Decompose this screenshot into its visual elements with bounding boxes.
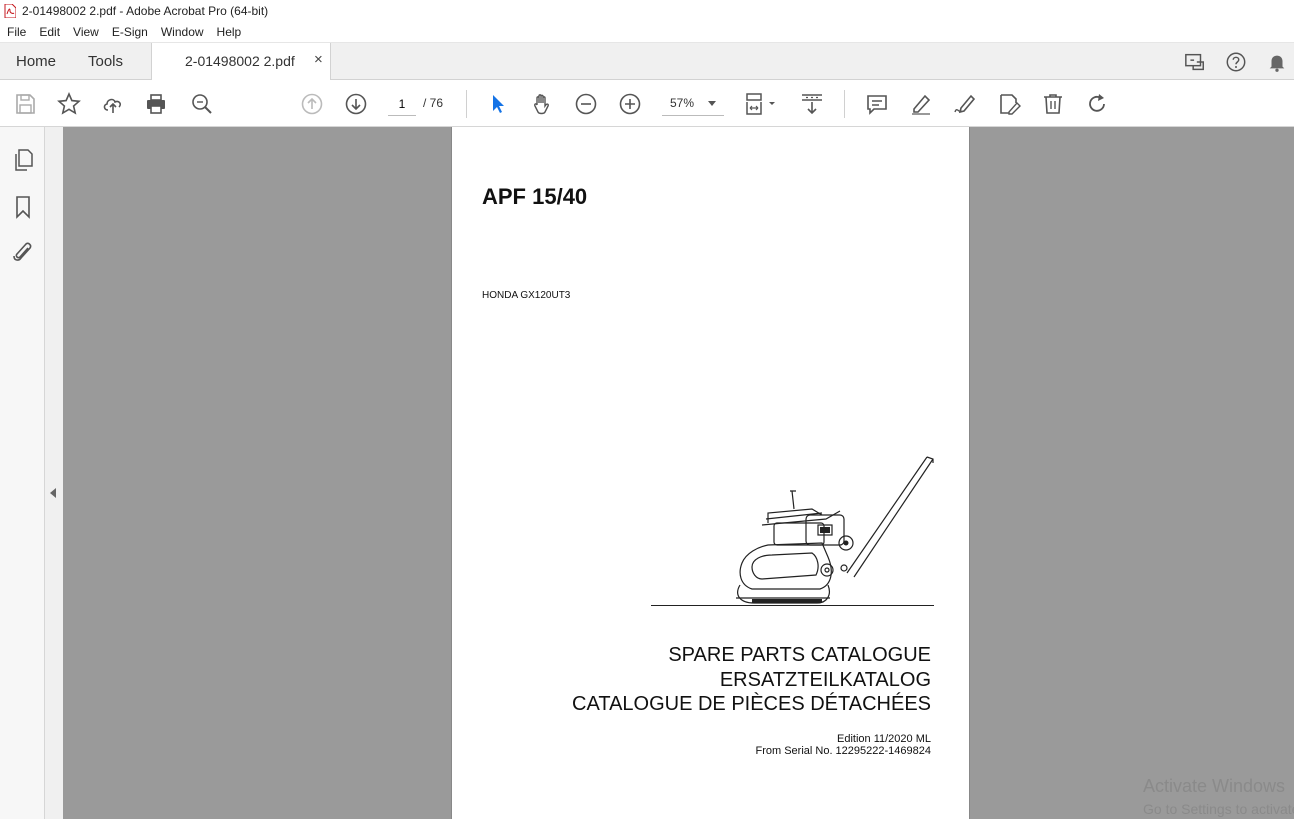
zoom-level-dropdown[interactable]: 57% — [662, 92, 724, 116]
heading-english: SPARE PARTS CATALOGUE — [668, 644, 931, 666]
menu-edit[interactable]: Edit — [32, 25, 66, 39]
chevron-left-icon — [50, 488, 56, 498]
toolbar-divider — [466, 90, 467, 118]
menu-esign[interactable]: E-Sign — [105, 25, 154, 39]
edit-pdf-icon[interactable] — [997, 92, 1021, 116]
serial-number-text: From Serial No. 12295222-1469824 — [755, 745, 931, 757]
zoom-level-value: 57% — [670, 96, 695, 110]
cloud-upload-icon[interactable] — [101, 92, 125, 116]
activate-windows-watermark: Activate Windows — [1143, 776, 1286, 796]
previous-page-icon[interactable] — [300, 92, 324, 116]
highlight-pen-icon[interactable] — [909, 92, 933, 116]
star-bookmark-icon[interactable] — [57, 92, 81, 116]
activate-windows-subtext: Go to Settings to activate Windows. — [1143, 801, 1294, 817]
menu-file[interactable]: File — [0, 25, 32, 39]
page-thumbnails-icon[interactable] — [11, 148, 35, 172]
scroll-mode-icon[interactable] — [800, 92, 824, 116]
tab-bar: Home Tools 2-01498002 2.pdf × — [0, 43, 1294, 80]
bookmarks-icon[interactable] — [11, 195, 35, 219]
page-number-input[interactable] — [388, 92, 416, 116]
heading-german: ERSATZTEILKATALOG — [719, 669, 931, 691]
tab-home[interactable]: Home — [16, 53, 56, 70]
share-screen-icon[interactable] — [1184, 51, 1206, 73]
edition-text: Edition 11/2020 ML — [837, 733, 931, 745]
window-title: 2-01498002 2.pdf - Adobe Acrobat Pro (64… — [22, 4, 269, 18]
comment-icon[interactable] — [865, 92, 889, 116]
page-fit-icon[interactable] — [744, 92, 778, 116]
title-bar: 2-01498002 2.pdf - Adobe Acrobat Pro (64… — [0, 0, 1294, 22]
document-title: APF 15/40 — [482, 184, 588, 209]
rotate-icon[interactable] — [1085, 92, 1109, 116]
menu-bar: File Edit View E-Sign Window Help — [0, 22, 1294, 43]
notification-bell-icon[interactable] — [1266, 51, 1288, 73]
toolbar-divider — [844, 90, 845, 118]
draw-signature-icon[interactable] — [953, 92, 977, 116]
print-icon[interactable] — [144, 92, 168, 116]
chevron-down-icon — [708, 101, 716, 106]
heading-french: CATALOGUE DE PIÈCES DÉTACHÉES — [572, 693, 931, 715]
ground-line — [651, 605, 934, 606]
tab-document-label: 2-01498002 2.pdf — [185, 53, 295, 69]
select-cursor-icon[interactable] — [486, 92, 510, 116]
pdf-page[interactable]: APF 15/40 HONDA GX120UT3 SPARE PARTS CAT… — [451, 127, 970, 819]
pdf-file-icon — [4, 4, 16, 18]
close-tab-icon[interactable]: × — [314, 51, 323, 68]
hand-tool-icon[interactable] — [530, 92, 554, 116]
next-page-icon[interactable] — [344, 92, 368, 116]
attachments-paperclip-icon[interactable] — [11, 240, 35, 264]
menu-help[interactable]: Help — [210, 25, 248, 39]
save-icon[interactable] — [13, 92, 37, 116]
menu-window[interactable]: Window — [154, 25, 210, 39]
page-total: / 76 — [423, 96, 444, 110]
toolbar: / 76 57% — [0, 80, 1294, 127]
left-navigation-panel — [0, 127, 45, 819]
zoom-out-icon[interactable] — [574, 92, 598, 116]
plate-compactor-illustration — [736, 456, 934, 604]
zoom-in-icon[interactable] — [618, 92, 642, 116]
tab-tools[interactable]: Tools — [88, 53, 123, 70]
search-zoom-icon[interactable] — [190, 92, 214, 116]
tab-document[interactable]: 2-01498002 2.pdf × — [151, 43, 331, 80]
delete-trash-icon[interactable] — [1041, 92, 1065, 116]
document-engine-model: HONDA GX120UT3 — [482, 290, 571, 301]
help-icon[interactable] — [1225, 51, 1247, 73]
menu-view[interactable]: View — [66, 25, 105, 39]
panel-collapse-handle[interactable] — [45, 127, 63, 819]
